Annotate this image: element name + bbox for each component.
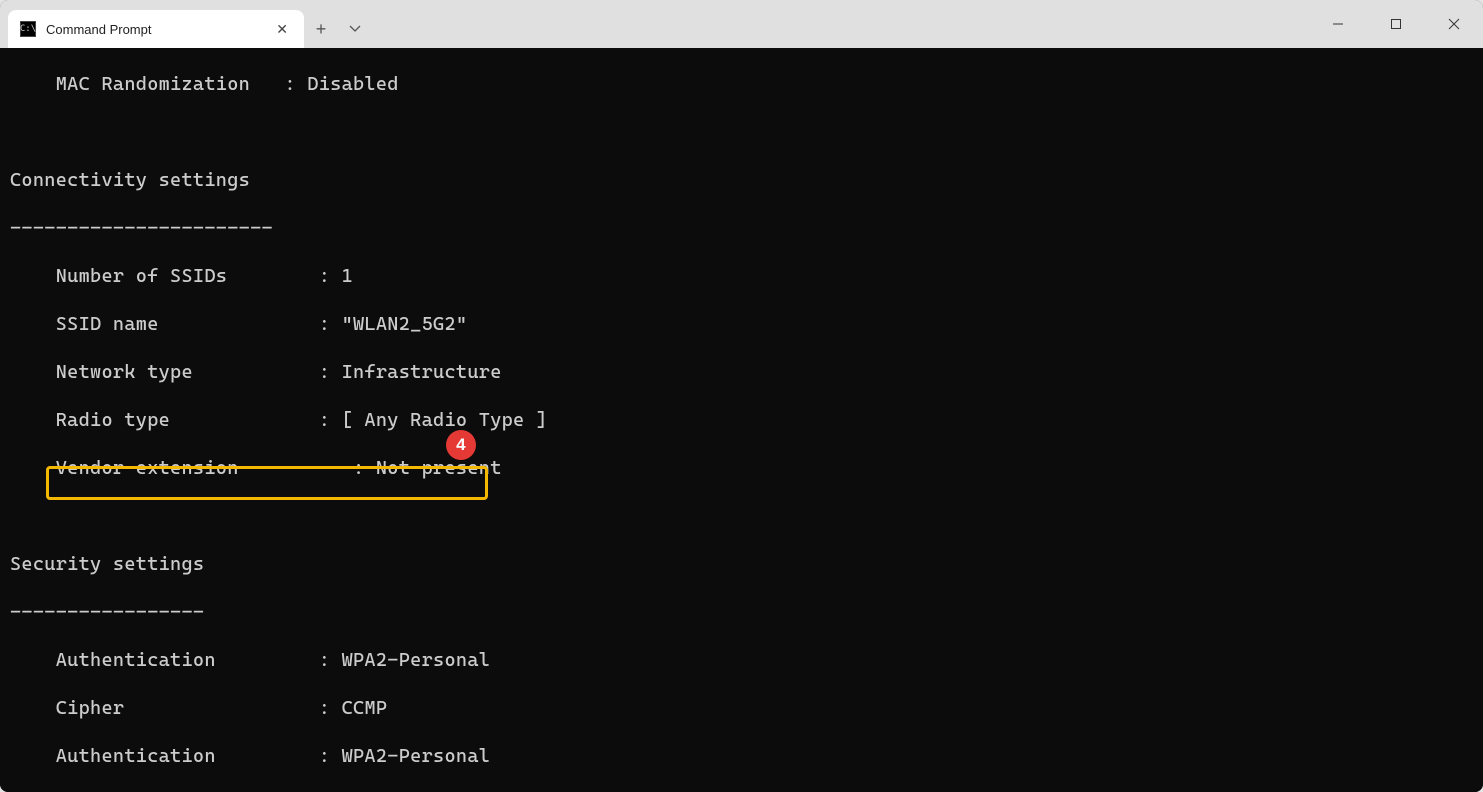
- terminal-output[interactable]: MAC Randomization : Disabled Connectivit…: [0, 48, 1483, 792]
- tab-command-prompt[interactable]: C:\ Command Prompt ✕: [8, 10, 304, 48]
- titlebar: C:\ Command Prompt ✕ +: [0, 0, 1483, 48]
- section-underline: -----------------: [10, 600, 1473, 624]
- output-line: SSID name : "WLAN2_5G2": [10, 312, 1473, 336]
- section-header-security: Security settings: [10, 552, 1473, 576]
- tab-title: Command Prompt: [46, 22, 262, 37]
- output-line: Cipher : CCMP: [10, 696, 1473, 720]
- output-line: Authentication : WPA2-Personal: [10, 744, 1473, 768]
- section-underline: -----------------------: [10, 216, 1473, 240]
- window-controls: [1309, 0, 1483, 48]
- tabs-dropdown-button[interactable]: [338, 10, 372, 48]
- maximize-button[interactable]: [1367, 0, 1425, 48]
- output-line: Number of SSIDs : 1: [10, 264, 1473, 288]
- output-line: Network type : Infrastructure: [10, 360, 1473, 384]
- section-header-connectivity: Connectivity settings: [10, 168, 1473, 192]
- output-line: Radio type : [ Any Radio Type ]: [10, 408, 1473, 432]
- output-line: Authentication : WPA2-Personal: [10, 648, 1473, 672]
- output-line: MAC Randomization : Disabled: [10, 72, 1473, 96]
- new-tab-button[interactable]: +: [304, 10, 338, 48]
- minimize-button[interactable]: [1309, 0, 1367, 48]
- command-prompt-icon: C:\: [20, 21, 36, 37]
- window: C:\ Command Prompt ✕ + MAC Randomization…: [0, 0, 1483, 792]
- close-window-button[interactable]: [1425, 0, 1483, 48]
- annotation-badge: 4: [446, 430, 476, 460]
- close-tab-button[interactable]: ✕: [272, 21, 292, 38]
- output-line: Vendor extension : Not present: [10, 456, 1473, 480]
